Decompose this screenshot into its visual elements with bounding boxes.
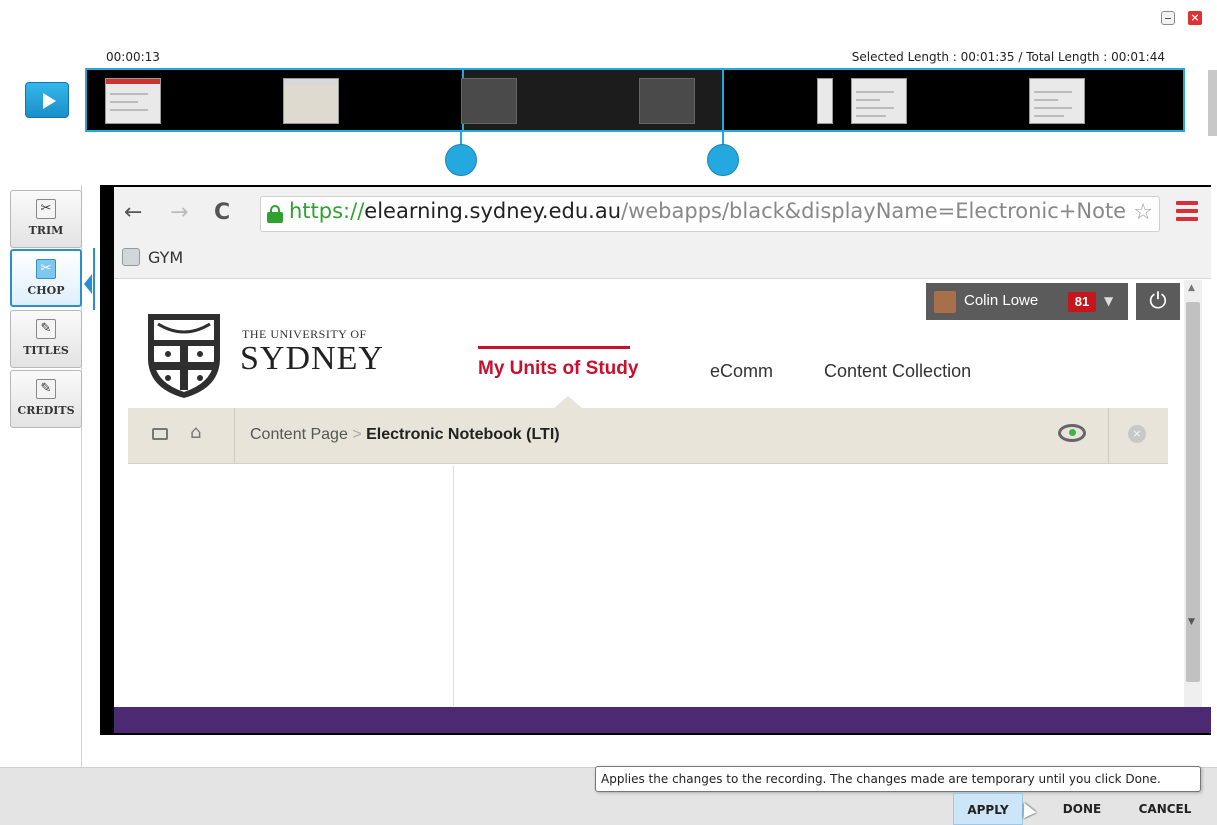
page-footer-band [114,707,1211,733]
user-menu[interactable]: Colin Lowe 81 ▼ [926,283,1128,320]
menu-toggle-icon[interactable] [152,428,168,440]
bookmarks-bar: GYM [114,237,1211,279]
close-icon[interactable]: × [1188,11,1202,25]
scroll-up-icon[interactable]: ▲ [1188,283,1195,293]
timeline-thumbnail [851,78,907,124]
timeline-filmstrip[interactable] [85,68,1185,132]
tool-label: CHOP [27,284,65,297]
tab-ecomm[interactable]: eComm [710,361,773,382]
logout-power-icon[interactable]: ⏻ [1136,283,1180,320]
breadcrumb-current: Electronic Notebook (LTI) [366,426,560,443]
chop-start-handle[interactable] [445,144,477,176]
tab-content-collection[interactable]: Content Collection [824,361,971,382]
breadcrumb-separator: > [352,426,362,443]
trim-scissors-icon: ✂ [36,199,56,219]
chevron-down-icon: ▼ [1104,294,1114,308]
university-name-large: SYDNEY [240,340,384,377]
edit-mode-eye-icon[interactable] [1058,424,1086,442]
length-info-label: Selected Length : 00:01:35 / Total Lengt… [851,50,1165,64]
active-tool-pointer [84,274,92,294]
timeline-thumbnail [817,78,833,124]
breadcrumb-parent[interactable]: Content Page [250,426,348,443]
cancel-button[interactable]: CANCEL [1130,793,1200,825]
bookmark-star-icon[interactable]: ☆ [1133,200,1153,225]
done-button[interactable]: DONE [1047,793,1117,825]
university-crest-logo [148,314,220,398]
home-icon[interactable]: ⌂ [190,422,201,443]
browser-menu-icon[interactable] [1176,201,1198,221]
forward-arrow-icon[interactable]: → [170,200,188,225]
user-name: Colin Lowe [964,292,1039,309]
breadcrumb: Content Page > Electronic Notebook (LTI) [250,426,560,444]
timeline-edge [1208,70,1217,136]
apply-tooltip: Applies the changes to the recording. Th… [595,766,1201,792]
timeline-thumbnail [639,78,695,124]
tool-label: TITLES [23,344,69,357]
blackboard-page: Colin Lowe 81 ▼ ⏻ THE UNIVERSITY OF SYDN [114,280,1184,733]
tool-label: TRIM [28,224,64,237]
lock-icon [267,205,283,223]
tool-titles[interactable]: ✎ TITLES [10,310,82,368]
chop-end-handle[interactable] [707,144,739,176]
active-tool-indicator [93,248,95,310]
avatar [934,291,956,313]
divider [1108,408,1109,464]
divider [234,408,235,464]
scroll-down-icon[interactable]: ▼ [1188,617,1195,627]
edit-tools-panel: ✂ TRIM ✂ CHOP ✎ TITLES ✎ CREDITS [0,185,82,767]
course-menu-panel [114,466,454,706]
tool-trim[interactable]: ✂ TRIM [10,190,82,248]
reload-icon[interactable]: C [214,200,230,225]
timeline-thumbnail [283,78,339,124]
apply-button[interactable]: APPLY [953,793,1023,825]
back-arrow-icon[interactable]: ← [124,200,142,225]
bookmark-favicon-icon [122,248,140,266]
tool-chop[interactable]: ✂ CHOP [10,249,82,307]
active-tab-pointer [554,396,582,408]
chop-scissors-icon: ✂ [36,259,56,279]
page-scrollbar[interactable] [1184,280,1202,710]
timeline-thumbnail [105,78,161,124]
tab-my-units-of-study[interactable]: My Units of Study [478,358,638,380]
tool-label: CREDITS [17,404,75,417]
notification-badge: 81 [1068,292,1096,312]
address-bar[interactable]: https://elearning.sydney.edu.au/webapps/… [260,196,1160,232]
bookmark-gym[interactable]: GYM [148,248,183,267]
url-text: https://elearning.sydney.edu.au/webapps/… [289,199,1127,223]
recording-preview: ← → C https://elearning.sydney.edu.au/we… [100,185,1211,735]
tool-credits[interactable]: ✎ CREDITS [10,370,82,428]
recorder-editor-window: × 00:00:13 Selected Length : 00:01:35 / … [0,0,1217,825]
minimize-icon[interactable] [1161,11,1175,25]
titles-pen-icon: ✎ [36,319,56,339]
browser-window: ← → C https://elearning.sydney.edu.au/we… [114,187,1211,733]
active-tab-underline [478,346,630,349]
browser-toolbar: ← → C https://elearning.sydney.edu.au/we… [114,187,1211,237]
timeline-thumbnail [461,78,517,124]
breadcrumb-bar: ⌂ Content Page > Electronic Notebook (LT… [128,408,1168,464]
close-circle-icon[interactable]: × [1128,425,1146,443]
timeline-thumbnail [1029,78,1085,124]
play-button[interactable] [25,82,69,118]
current-time-label: 00:00:13 [106,50,160,64]
credits-pen-icon: ✎ [36,379,56,399]
